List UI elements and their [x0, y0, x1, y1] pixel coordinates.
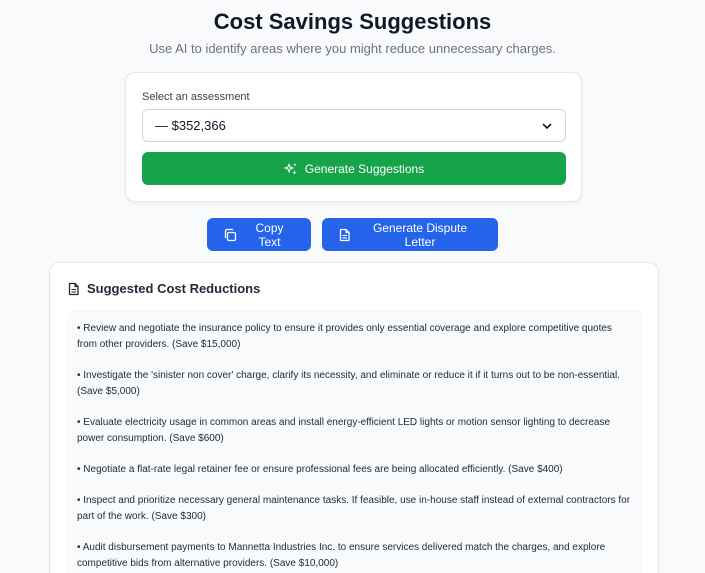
assessment-card: Select an assessment — $352,366 Generate… — [125, 72, 582, 202]
assessment-label: Select an assessment — [142, 91, 250, 103]
list-item: • Inspect and prioritize necessary gener… — [77, 495, 631, 522]
copy-text-button[interactable]: Copy Text — [207, 218, 311, 251]
assessment-select[interactable]: — $352,366 — [142, 109, 566, 142]
results-header: Suggested Cost Reductions — [67, 281, 260, 296]
document-icon — [338, 228, 351, 242]
results-card: Suggested Cost Reductions • Review and n… — [49, 262, 659, 573]
assessment-selected-value: — $352,366 — [155, 118, 226, 133]
generate-dispute-letter-button[interactable]: Generate Dispute Letter — [322, 218, 498, 251]
dispute-letter-label: Generate Dispute Letter — [372, 220, 468, 249]
sparkles-icon — [284, 162, 298, 176]
copy-icon — [223, 228, 237, 242]
suggestions-list: • Review and negotiate the insurance pol… — [67, 310, 643, 573]
list-item: • Investigate the 'sinister non cover' c… — [77, 370, 620, 397]
results-title: Suggested Cost Reductions — [87, 281, 261, 296]
cost-savings-page: Cost Savings Suggestions Use AI to ident… — [0, 0, 705, 573]
generate-suggestions-label: Generate Suggestions — [304, 161, 425, 176]
document-icon — [67, 282, 80, 296]
page-subtitle: Use AI to identify areas where you might… — [149, 41, 556, 56]
action-bar: Copy Text Generate Dispute Letter — [0, 218, 705, 251]
list-item: • Negotiate a flat-rate legal retainer f… — [77, 464, 563, 475]
chevron-down-icon — [541, 120, 553, 132]
list-item: • Review and negotiate the insurance pol… — [77, 323, 612, 350]
generate-suggestions-button[interactable]: Generate Suggestions — [142, 152, 566, 185]
list-item: • Evaluate electricity usage in common a… — [77, 417, 611, 444]
list-item: • Audit disbursement payments to Mannett… — [77, 542, 606, 569]
copy-text-label: Copy Text — [255, 220, 284, 249]
page-title: Cost Savings Suggestions — [213, 9, 492, 34]
